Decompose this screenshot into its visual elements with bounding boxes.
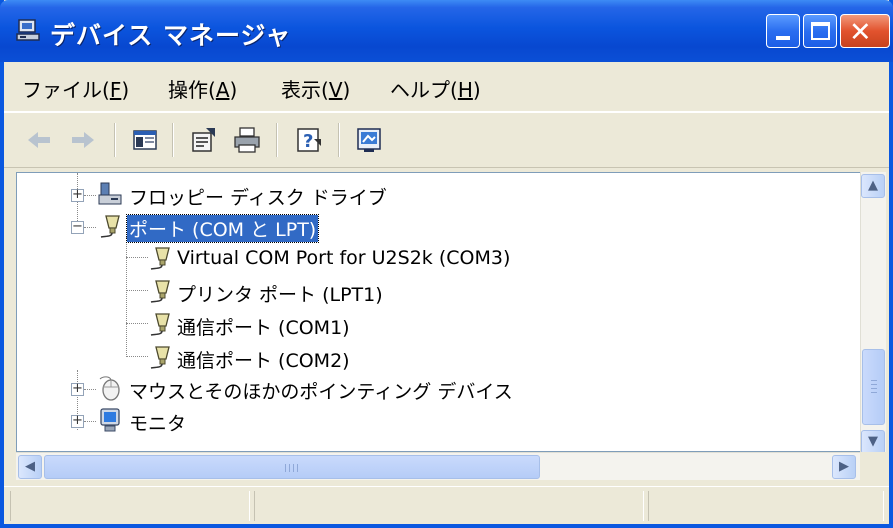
scrollbar-corner (860, 452, 886, 480)
tree-item-com2[interactable]: 通信ポート (COM2) (17, 342, 837, 374)
forward-arrow-icon[interactable] (68, 125, 98, 155)
properties-icon[interactable] (188, 125, 218, 155)
menu-view-label: 表示( (281, 78, 329, 102)
chevron-left-icon: ◀ (25, 459, 35, 474)
scroll-grip (871, 392, 877, 393)
tree-item-com1[interactable]: 通信ポート (COM1) (17, 309, 837, 341)
menu-action-accesskey: A (215, 78, 230, 102)
vertical-scroll-thumb[interactable] (862, 349, 885, 425)
menu-file[interactable]: ファイル(F) (22, 74, 129, 103)
scroll-grip (871, 388, 877, 389)
tree-item-label: Virtual COM Port for U2S2k (COM3) (177, 247, 511, 269)
show-hide-console-tree-icon[interactable] (130, 125, 160, 155)
menu-view-accesskey: V (328, 78, 343, 102)
chevron-right-icon: ▶ (839, 459, 849, 474)
toolbar-separator (276, 123, 278, 157)
menu-action[interactable]: 操作(A) (168, 74, 237, 103)
toolbar: ? (4, 112, 889, 168)
minimize-button[interactable] (766, 14, 800, 48)
scroll-grip (871, 380, 877, 381)
device-tree[interactable]: + フロッピー ディスク ドライブ − ポート (COM と LPT) Virt… (16, 172, 872, 452)
horizontal-scrollbar[interactable]: ◀ ▶ (16, 452, 860, 480)
floppy-drive-icon (98, 182, 122, 205)
monitor-icon (100, 408, 120, 432)
tree-item-mice[interactable]: + マウスとそのほかのポインティング デバイス (17, 373, 837, 405)
status-bar (4, 486, 889, 524)
port-connector-icon (150, 346, 170, 369)
chevron-up-icon: ▲ (868, 178, 878, 193)
tree-item-printer-port[interactable]: プリンタ ポート (LPT1) (17, 276, 837, 308)
print-icon[interactable] (232, 125, 262, 155)
tree-item-label: モニタ (129, 413, 187, 435)
tree-item-label: 通信ポート (COM1) (177, 317, 350, 339)
chevron-down-icon: ▼ (868, 434, 878, 449)
tree-item-ports[interactable]: − ポート (COM と LPT) (17, 211, 837, 243)
tree-item-label: マウスとそのほかのポインティング デバイス (129, 381, 513, 403)
scan-hardware-icon[interactable] (354, 125, 384, 155)
tree-item-label: 通信ポート (COM2) (177, 350, 350, 372)
expand-button[interactable]: + (71, 382, 84, 396)
vertical-scrollbar[interactable]: ▲ ▼ (860, 172, 886, 462)
back-arrow-icon[interactable] (24, 125, 54, 155)
port-connector-icon (150, 313, 170, 336)
menu-file-tail: ) (121, 78, 130, 102)
menu-file-accesskey: F (109, 78, 122, 102)
tree-item-virtual-com[interactable]: Virtual COM Port for U2S2k (COM3) (17, 243, 837, 275)
menu-view-tail: ) (342, 78, 351, 102)
menu-view[interactable]: 表示(V) (281, 74, 350, 103)
tree-guide-line (84, 227, 96, 228)
device-manager-icon (16, 19, 40, 41)
tree-guide-line (84, 195, 96, 196)
tree-guide-line (84, 389, 96, 390)
tree-item-monitor[interactable]: + モニタ (17, 405, 837, 437)
tree-item-floppy[interactable]: + フロッピー ディスク ドライブ (17, 179, 837, 211)
toolbar-separator (114, 123, 116, 157)
menu-help[interactable]: ヘルプ(H) (390, 74, 481, 103)
close-icon: ✕ (849, 17, 872, 48)
status-cell (254, 491, 644, 521)
menu-help-accesskey: H (457, 78, 473, 102)
expand-button[interactable]: + (71, 414, 84, 428)
tree-item-label: ポート (COM と LPT) (125, 214, 320, 243)
tree-item-label: プリンタ ポート (LPT1) (177, 284, 383, 306)
scroll-grip (293, 464, 294, 472)
port-connector-icon (150, 247, 170, 270)
scroll-grip (285, 464, 286, 472)
port-connector-icon (100, 215, 120, 238)
close-button[interactable]: ✕ (840, 14, 890, 48)
scroll-right-button[interactable]: ▶ (832, 455, 856, 479)
status-cell (10, 491, 250, 521)
menu-action-label: 操作( (168, 78, 216, 102)
scroll-up-button[interactable]: ▲ (861, 174, 885, 198)
help-icon[interactable]: ? (294, 125, 324, 155)
svg-text:?: ? (303, 131, 313, 152)
menu-help-label: ヘルプ( (390, 78, 458, 102)
toolbar-separator (338, 123, 340, 157)
device-manager-window: デバイス マネージャ ✕ ファイル(F) 操作(A) 表示(V) ヘルプ(H) (0, 0, 893, 528)
scroll-grip (289, 464, 290, 472)
menu-file-label: ファイル( (22, 78, 110, 102)
minimize-icon (776, 36, 790, 40)
menu-help-tail: ) (472, 78, 481, 102)
menu-action-tail: ) (229, 78, 238, 102)
tree-item-label: フロッピー ディスク ドライブ (129, 187, 387, 209)
collapse-button[interactable]: − (71, 220, 84, 234)
title-bar[interactable]: デバイス マネージャ ✕ (0, 0, 893, 62)
toolbar-separator (172, 123, 174, 157)
status-cell (648, 491, 884, 521)
scroll-left-button[interactable]: ◀ (18, 455, 42, 479)
tree-guide-line (84, 421, 96, 422)
scroll-down-button[interactable]: ▼ (861, 430, 885, 454)
expand-button[interactable]: + (71, 188, 84, 202)
window-title: デバイス マネージャ (50, 21, 292, 50)
scroll-grip (871, 384, 877, 385)
port-connector-icon (150, 280, 170, 303)
scroll-grip (297, 464, 298, 472)
menu-bar: ファイル(F) 操作(A) 表示(V) ヘルプ(H) (4, 62, 889, 112)
mouse-icon (99, 376, 120, 401)
maximize-button[interactable] (803, 14, 837, 48)
horizontal-scroll-thumb[interactable] (44, 455, 540, 479)
maximize-icon (811, 22, 830, 40)
